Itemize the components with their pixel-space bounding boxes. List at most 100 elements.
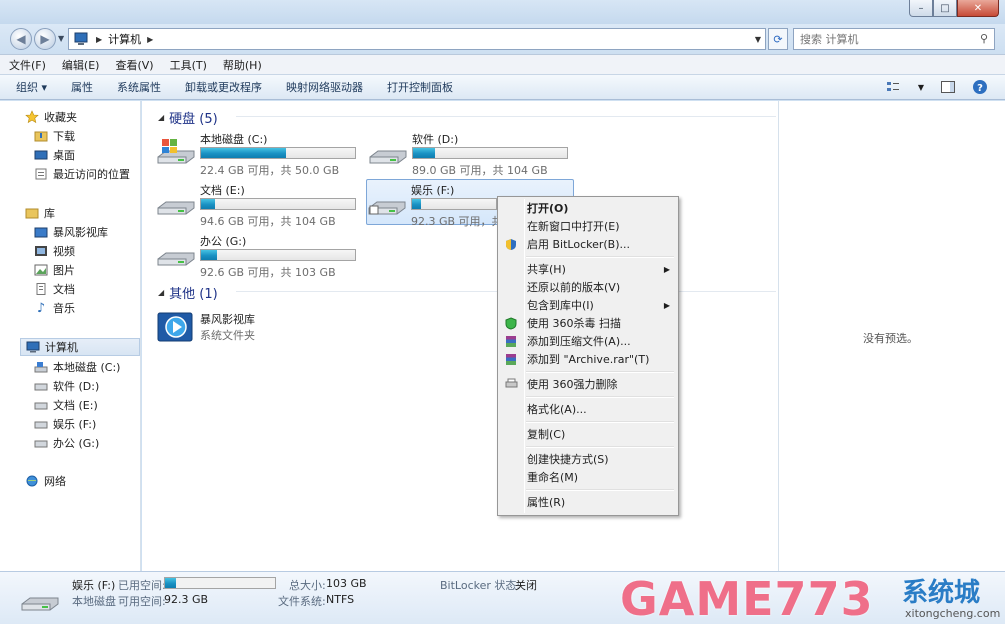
drive-g-tile[interactable]: 办公 (G:) 92.6 GB 可用，共 103 GB bbox=[156, 231, 366, 279]
drive-c-tile[interactable]: 本地磁盘 (C:) 22.4 GB 可用，共 50.0 GB bbox=[156, 129, 366, 177]
group-hard-drives[interactable]: ◢ 硬盘 (5) bbox=[158, 108, 776, 127]
group-other[interactable]: ◢ 其他 (1) bbox=[158, 283, 776, 302]
nav-baofeng-library[interactable]: 暴风影视库 bbox=[33, 223, 133, 241]
breadcrumb-chevron-icon[interactable]: ▶ bbox=[147, 35, 153, 44]
address-bar[interactable]: ▶ 计算机 ▶ ▼ bbox=[68, 28, 766, 50]
ctx-360-scan[interactable]: 使用 360杀毒 扫描 bbox=[500, 314, 676, 332]
nav-documents[interactable]: 文档 bbox=[33, 280, 133, 298]
nav-drive-g[interactable]: 办公 (G:) bbox=[33, 434, 133, 452]
drive-f-name: 娱乐 (F:) bbox=[411, 184, 455, 197]
search-icon[interactable]: ⚲ bbox=[980, 32, 988, 45]
details-usage-bar bbox=[164, 577, 276, 589]
menu-help[interactable]: 帮助(H) bbox=[223, 57, 262, 73]
baofeng-library-icon bbox=[157, 312, 193, 342]
nav-videos-label: 视频 bbox=[53, 245, 75, 258]
view-dropdown-icon[interactable]: ▼ bbox=[917, 79, 925, 95]
nav-videos[interactable]: 视频 bbox=[33, 242, 133, 260]
organize-button[interactable]: 组织 ▾ bbox=[16, 79, 47, 95]
ctx-create-shortcut[interactable]: 创建快捷方式(S) bbox=[500, 450, 676, 468]
ctx-copy-label: 复制(C) bbox=[527, 428, 566, 441]
ctx-share[interactable]: 共享(H) ▶ bbox=[500, 260, 676, 278]
uninstall-command[interactable]: 卸载或更改程序 bbox=[185, 79, 262, 95]
nav-libraries[interactable]: 库 bbox=[24, 204, 134, 222]
ctx-add-rar[interactable]: 添加到 "Archive.rar"(T) bbox=[500, 350, 676, 368]
pictures-icon bbox=[33, 263, 49, 277]
drive-f-info: 92.3 GB 可用，共 bbox=[411, 215, 503, 228]
maximize-button[interactable]: □ bbox=[933, 0, 957, 17]
nav-favorites-label: 收藏夹 bbox=[44, 111, 77, 124]
ctx-add-archive[interactable]: 添加到压缩文件(A)... bbox=[500, 332, 676, 350]
nav-drive-f[interactable]: 娱乐 (F:) bbox=[33, 415, 133, 433]
ctx-restore-versions-label: 还原以前的版本(V) bbox=[527, 281, 621, 294]
breadcrumb-separator-icon[interactable]: ▶ bbox=[96, 35, 102, 44]
menu-tools[interactable]: 工具(T) bbox=[170, 57, 207, 73]
content-area: ◢ 硬盘 (5) 本地磁盘 (C:) 22.4 GB 可用，共 50.0 GB … bbox=[142, 101, 778, 571]
group-other-label: 其他 (1) bbox=[169, 287, 218, 302]
preview-pane-icon[interactable] bbox=[939, 79, 957, 95]
ctx-bitlocker[interactable]: 启用 BitLocker(B)... bbox=[500, 235, 676, 253]
menu-edit[interactable]: 编辑(E) bbox=[62, 57, 100, 73]
collapse-triangle-icon[interactable]: ◢ bbox=[158, 288, 164, 297]
nav-drive-c[interactable]: 本地磁盘 (C:) bbox=[33, 358, 138, 376]
forward-button[interactable]: ▶ bbox=[34, 28, 56, 50]
ctx-restore-versions[interactable]: 还原以前的版本(V) bbox=[500, 278, 676, 296]
ctx-properties-label: 属性(R) bbox=[527, 496, 566, 509]
ctx-open[interactable]: 打开(O) bbox=[500, 199, 676, 217]
search-input[interactable] bbox=[800, 32, 970, 46]
nav-music[interactable]: ♪ 音乐 bbox=[33, 299, 133, 317]
drive-c-info: 22.4 GB 可用，共 50.0 GB bbox=[200, 164, 340, 177]
close-button[interactable]: ✕ bbox=[957, 0, 999, 17]
recent-pages-dropdown[interactable]: ▼ bbox=[58, 34, 64, 43]
menu-file[interactable]: 文件(F) bbox=[9, 57, 46, 73]
menu-view[interactable]: 查看(V) bbox=[115, 57, 153, 73]
nav-network[interactable]: 网络 bbox=[24, 472, 134, 490]
collapse-triangle-icon[interactable]: ◢ bbox=[158, 113, 164, 122]
menu-separator bbox=[526, 256, 674, 258]
details-drive-name: 娱乐 (F:) bbox=[72, 579, 116, 592]
details-bitlocker-label: BitLocker 状态: bbox=[440, 579, 521, 592]
ctx-include-library-label: 包含到库中(I) bbox=[527, 299, 594, 312]
view-options-icon[interactable] bbox=[885, 79, 903, 95]
refresh-button[interactable]: ⟳ bbox=[768, 28, 788, 50]
baofeng-library-tile[interactable]: 暴风影视库 系统文件夹 bbox=[156, 307, 366, 353]
recent-places-icon bbox=[33, 167, 49, 181]
ctx-copy[interactable]: 复制(C) bbox=[500, 425, 676, 443]
properties-command[interactable]: 属性 bbox=[71, 79, 93, 95]
ctx-include-library[interactable]: 包含到库中(I) ▶ bbox=[500, 296, 676, 314]
nav-favorites[interactable]: 收藏夹 bbox=[24, 108, 134, 126]
nav-desktop[interactable]: 桌面 bbox=[33, 146, 133, 164]
nav-documents-label: 文档 bbox=[53, 283, 75, 296]
ctx-properties[interactable]: 属性(R) bbox=[500, 493, 676, 511]
nav-downloads[interactable]: 下载 bbox=[33, 127, 133, 145]
ctx-360-delete-label: 使用 360强力删除 bbox=[527, 378, 618, 391]
drive-d-tile[interactable]: 软件 (D:) 89.0 GB 可用，共 104 GB bbox=[368, 129, 578, 177]
nav-network-label: 网络 bbox=[44, 475, 66, 488]
system-properties-command[interactable]: 系统属性 bbox=[117, 79, 161, 95]
map-network-drive-command[interactable]: 映射网络驱动器 bbox=[286, 79, 363, 95]
drive-c-usage-fill bbox=[201, 148, 286, 158]
minimize-button[interactable]: – bbox=[909, 0, 933, 17]
drive-icon bbox=[369, 150, 407, 164]
nav-drive-e[interactable]: 文档 (E:) bbox=[33, 396, 133, 414]
drive-f-usage-bar bbox=[411, 198, 497, 210]
breadcrumb-computer[interactable]: 计算机 bbox=[108, 31, 141, 47]
nav-recent-places[interactable]: 最近访问的位置 bbox=[33, 165, 138, 183]
system-drive-icon bbox=[157, 139, 195, 164]
ctx-360-delete[interactable]: 使用 360强力删除 bbox=[500, 375, 676, 393]
nav-drive-e-label: 文档 (E:) bbox=[53, 399, 98, 412]
address-row: ◀ ▶ ▼ ▶ 计算机 ▶ ▼ ⟳ ⚲ bbox=[0, 24, 1005, 54]
nav-computer[interactable]: 计算机 bbox=[20, 338, 140, 356]
ctx-format[interactable]: 格式化(A)... bbox=[500, 400, 676, 418]
nav-drive-d[interactable]: 软件 (D:) bbox=[33, 377, 133, 395]
ctx-rename[interactable]: 重命名(M) bbox=[500, 468, 676, 486]
help-icon[interactable]: ? bbox=[971, 79, 989, 95]
drive-e-usage-bar bbox=[200, 198, 356, 210]
drive-g-info: 92.6 GB 可用，共 103 GB bbox=[200, 266, 336, 279]
open-control-panel-command[interactable]: 打开控制面板 bbox=[387, 79, 453, 95]
address-dropdown-icon[interactable]: ▼ bbox=[755, 35, 761, 44]
back-button[interactable]: ◀ bbox=[10, 28, 32, 50]
drive-e-tile[interactable]: 文档 (E:) 94.6 GB 可用，共 104 GB bbox=[156, 180, 366, 228]
search-box[interactable]: ⚲ bbox=[793, 28, 995, 50]
ctx-open-new-window[interactable]: 在新窗口中打开(E) bbox=[500, 217, 676, 235]
nav-pictures[interactable]: 图片 bbox=[33, 261, 133, 279]
